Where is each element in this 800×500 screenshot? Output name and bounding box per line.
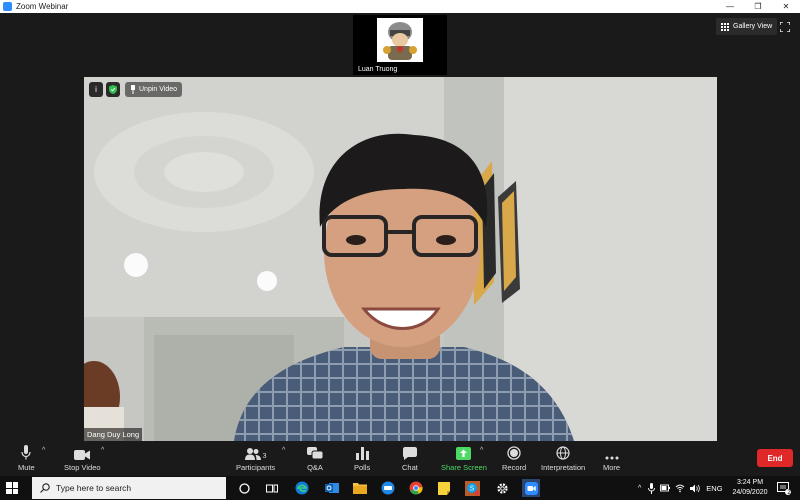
chat-icon	[402, 444, 417, 460]
more-button[interactable]: More	[603, 444, 620, 472]
window-controls: — ❐ ✕	[716, 0, 800, 13]
system-tray: ^ ENG	[638, 476, 723, 500]
pin-icon	[131, 85, 135, 94]
participants-icon: 3	[244, 444, 267, 460]
video-camera-icon	[74, 444, 91, 460]
chevron-up-icon[interactable]: ^	[638, 485, 641, 492]
participants-button[interactable]: 3 Participants	[236, 444, 275, 472]
avatar	[377, 18, 423, 62]
gallery-view-button[interactable]: Gallery View	[716, 18, 778, 35]
fullscreen-icon[interactable]	[780, 22, 790, 32]
cortana-icon[interactable]	[236, 480, 252, 496]
chat-button[interactable]: Chat	[402, 444, 418, 472]
restore-button[interactable]: ❐	[744, 0, 772, 13]
more-label: More	[603, 463, 621, 472]
participant-thumbnail[interactable]: Luan Truong	[353, 15, 447, 75]
task-view-icon[interactable]	[264, 480, 280, 496]
minimize-button[interactable]: —	[716, 0, 744, 13]
record-label: Record	[502, 463, 527, 472]
participants-label: Participants	[236, 463, 276, 472]
meeting-stage: Luan Truong Gallery View i Unpin Video D…	[0, 13, 800, 441]
unpin-video-button[interactable]: Unpin Video	[125, 82, 183, 97]
polls-button[interactable]: Polls	[354, 444, 370, 472]
video-frame-image	[84, 77, 717, 441]
meeting-toolbar: Mute ^ Stop Video ^ 3 Participants ^ Q&A…	[0, 441, 800, 476]
video-name-tag: Dang Duy Long	[84, 428, 143, 441]
video-options-caret[interactable]: ^	[101, 447, 104, 454]
share-screen-label: Share Screen	[441, 463, 487, 472]
window-title: Zoom Webinar	[16, 2, 69, 11]
volume-icon[interactable]	[690, 484, 701, 493]
search-placeholder: Type here to search	[56, 483, 132, 493]
title-bar: Zoom Webinar — ❐ ✕	[0, 0, 800, 13]
shield-icon[interactable]	[106, 82, 120, 97]
notification-center-icon[interactable]: 2	[776, 480, 792, 496]
zoom-app-icon	[3, 2, 12, 11]
gallery-view-label: Gallery View	[733, 23, 773, 30]
record-icon	[507, 444, 521, 460]
interpretation-label: Interpretation	[541, 463, 586, 472]
end-button[interactable]: End	[757, 449, 793, 467]
stop-video-label: Stop Video	[64, 463, 101, 472]
share-options-caret[interactable]: ^	[480, 447, 483, 454]
main-video[interactable]: i Unpin Video Dang Duy Long	[84, 77, 717, 441]
meeting-info-button[interactable]: i	[89, 82, 103, 97]
notification-count: 2	[787, 490, 791, 496]
wifi-icon[interactable]	[675, 483, 685, 493]
record-button[interactable]: Record	[502, 444, 526, 472]
settings-gear-icon[interactable]	[494, 480, 510, 496]
participants-options-caret[interactable]: ^	[282, 447, 285, 454]
zoom-taskbar-icon[interactable]	[522, 479, 540, 497]
chrome-icon[interactable]	[408, 480, 424, 496]
share-screen-icon	[456, 444, 472, 460]
stop-video-button[interactable]: Stop Video	[64, 444, 101, 472]
mute-label: Mute	[18, 463, 35, 472]
taskbar-clock[interactable]: 3:24 PM 24/09/2020	[728, 478, 772, 498]
battery-icon[interactable]	[660, 484, 671, 492]
clock-time: 3:24 PM	[736, 479, 764, 486]
input-language[interactable]: ENG	[706, 484, 722, 493]
skype-icon[interactable]: S	[464, 480, 480, 496]
taskbar-search-box[interactable]: Type here to search	[32, 477, 226, 499]
windows-taskbar: Type here to search S ^ ENG 3:24 PM 24/0…	[0, 476, 800, 500]
unpin-video-label: Unpin Video	[139, 86, 178, 93]
polls-icon	[355, 444, 369, 460]
close-button[interactable]: ✕	[772, 0, 800, 13]
windows-start-icon[interactable]	[6, 482, 18, 494]
mute-options-caret[interactable]: ^	[42, 447, 45, 454]
interpretation-button[interactable]: Interpretation	[541, 444, 585, 472]
more-dots-icon	[605, 444, 619, 460]
microphone-icon	[21, 444, 31, 460]
search-icon	[40, 483, 50, 493]
qa-button[interactable]: Q&A	[307, 444, 323, 472]
svg-text:S: S	[469, 485, 474, 492]
mute-button[interactable]: Mute	[18, 444, 35, 472]
qa-label: Q&A	[307, 463, 323, 472]
chat-label: Chat	[402, 463, 418, 472]
thumbnail-name-tag: Luan Truong	[356, 66, 400, 73]
outlook-icon[interactable]	[324, 480, 340, 496]
grid-icon	[721, 22, 729, 31]
file-explorer-icon[interactable]	[352, 480, 368, 496]
zalo-icon[interactable]	[380, 480, 396, 496]
globe-icon	[556, 444, 570, 460]
clock-date: 24/09/2020	[732, 489, 768, 496]
polls-label: Polls	[354, 463, 371, 472]
sticky-notes-icon[interactable]	[436, 480, 452, 496]
participants-count: 3	[262, 453, 267, 460]
qa-icon	[307, 444, 323, 460]
edge-browser-icon[interactable]	[294, 480, 310, 496]
microphone-tray-icon[interactable]	[648, 482, 656, 494]
